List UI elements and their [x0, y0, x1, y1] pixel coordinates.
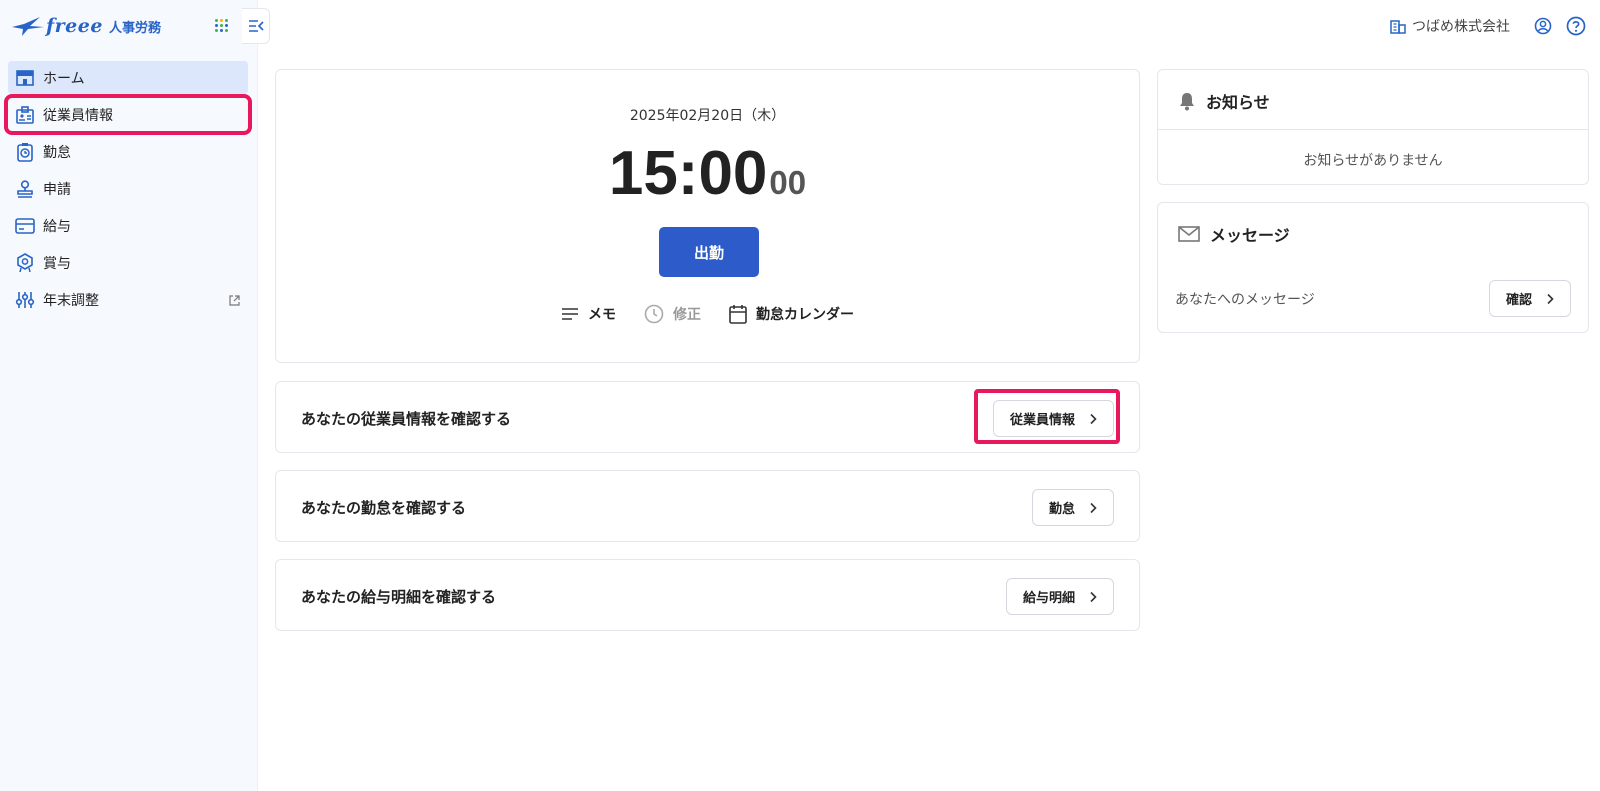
card-icon: [15, 216, 35, 236]
current-time: 15:0000: [276, 138, 1139, 209]
sidebar-item-home[interactable]: ホーム: [8, 61, 248, 94]
row-text: あなたの勤怠を確認する: [301, 499, 467, 517]
sidebar-item-attendance[interactable]: 勤怠: [8, 135, 248, 168]
building-icon: [1390, 18, 1406, 34]
messages-panel: メッセージ あなたへのメッセージ 確認: [1157, 202, 1589, 333]
home-icon: [15, 68, 35, 88]
sidebar: freee 人事労務 ホーム 従業員情報 勤怠 申請 給与 賞与 年末調整: [0, 0, 270, 791]
row-text: あなたの従業員情報を確認する: [301, 410, 512, 428]
news-panel: お知らせ お知らせがありません: [1157, 69, 1589, 185]
swallow-logo-icon: [12, 17, 44, 36]
company-name: つばめ株式会社: [1412, 19, 1510, 35]
help-icon[interactable]: [1566, 16, 1586, 36]
logo-text: freee: [46, 15, 103, 37]
attendance-button[interactable]: 勤怠: [1031, 489, 1114, 526]
sidebar-item-label: 給与: [43, 218, 71, 235]
news-header: お知らせ: [1178, 89, 1270, 113]
memo-button[interactable]: メモ: [561, 304, 616, 324]
correction-button[interactable]: 修正: [644, 304, 701, 324]
award-icon: [15, 252, 35, 273]
current-date: 2025年02月20日（木）: [629, 108, 786, 124]
sidebar-item-requests[interactable]: 申請: [8, 172, 248, 205]
divider: [1158, 129, 1588, 130]
company-switcher[interactable]: つばめ株式会社: [1390, 16, 1510, 36]
collapse-icon: [248, 20, 264, 32]
clock-icon: [644, 304, 664, 324]
highlight-box: [974, 389, 1120, 444]
stamp-icon: [15, 179, 35, 199]
memo-lines-icon: [561, 307, 579, 321]
attendance-row: あなたの勤怠を確認する 勤怠: [275, 470, 1140, 542]
clock-actions: メモ 修正 勤怠カレンダー: [276, 304, 1139, 324]
sidebar-item-salary[interactable]: 給与: [8, 209, 248, 242]
sidebar-item-label: 勤怠: [43, 144, 71, 161]
attendance-calendar-button[interactable]: 勤怠カレンダー: [729, 304, 854, 324]
freee-logo[interactable]: freee 人事労務: [10, 12, 161, 40]
mail-icon: [1178, 226, 1200, 242]
clock-in-button[interactable]: 出勤: [659, 227, 759, 277]
sidebar-item-bonus[interactable]: 賞与: [8, 246, 248, 279]
button-label: 確認: [1505, 293, 1532, 308]
sidebar-item-employee-info[interactable]: 従業員情報: [4, 94, 252, 135]
account-icon[interactable]: [1534, 17, 1552, 35]
id-card-icon: [15, 105, 35, 125]
time-clock-card: 2025年02月20日（木） 15:0000 出勤 メモ 修正 勤怠カレンダー: [275, 69, 1140, 363]
sidebar-collapse-button[interactable]: [242, 8, 270, 44]
payslip-button[interactable]: 給与明細: [1005, 578, 1114, 615]
sidebar-item-label: 申請: [43, 181, 71, 198]
sliders-icon: [15, 290, 35, 310]
time-hours-minutes: 15:00: [608, 139, 768, 208]
external-link-icon: [229, 294, 240, 310]
messages-title: メッセージ: [1210, 226, 1290, 245]
correction-label: 修正: [673, 307, 701, 323]
messages-header: メッセージ: [1178, 222, 1290, 246]
bell-icon: [1178, 91, 1196, 111]
button-label: 勤怠: [1048, 502, 1075, 517]
news-empty-message: お知らせがありません: [1303, 153, 1443, 169]
attendance-calendar-label: 勤怠カレンダー: [756, 307, 854, 323]
sidebar-item-label: ホーム: [43, 70, 85, 87]
button-label: 給与明細: [1022, 591, 1075, 606]
clock-badge-icon: [15, 142, 35, 162]
chevron-right-icon: [1089, 591, 1097, 603]
calendar-icon: [729, 304, 747, 324]
news-title: お知らせ: [1206, 93, 1270, 112]
logo-subtitle: 人事労務: [108, 20, 161, 36]
payslip-row: あなたの給与明細を確認する 給与明細: [275, 559, 1140, 631]
sidebar-item-label: 従業員情報: [43, 107, 113, 124]
time-seconds: 00: [769, 164, 807, 201]
app-switcher-icon[interactable]: [215, 19, 229, 33]
sidebar-item-year-end-adjustment[interactable]: 年末調整: [8, 283, 248, 316]
sidebar-item-label: 年末調整: [43, 292, 99, 309]
sidebar-item-label: 賞与: [43, 255, 71, 272]
row-text: あなたの給与明細を確認する: [301, 588, 497, 606]
header-toolbar: つばめ株式会社: [1390, 14, 1586, 38]
chevron-right-icon: [1089, 502, 1097, 514]
messages-label: あなたへのメッセージ: [1175, 292, 1315, 308]
sidebar-nav: ホーム 従業員情報 勤怠 申請 給与 賞与 年末調整: [4, 61, 252, 320]
messages-confirm-button[interactable]: 確認: [1488, 280, 1571, 317]
chevron-right-icon: [1546, 293, 1554, 305]
memo-label: メモ: [588, 307, 616, 323]
